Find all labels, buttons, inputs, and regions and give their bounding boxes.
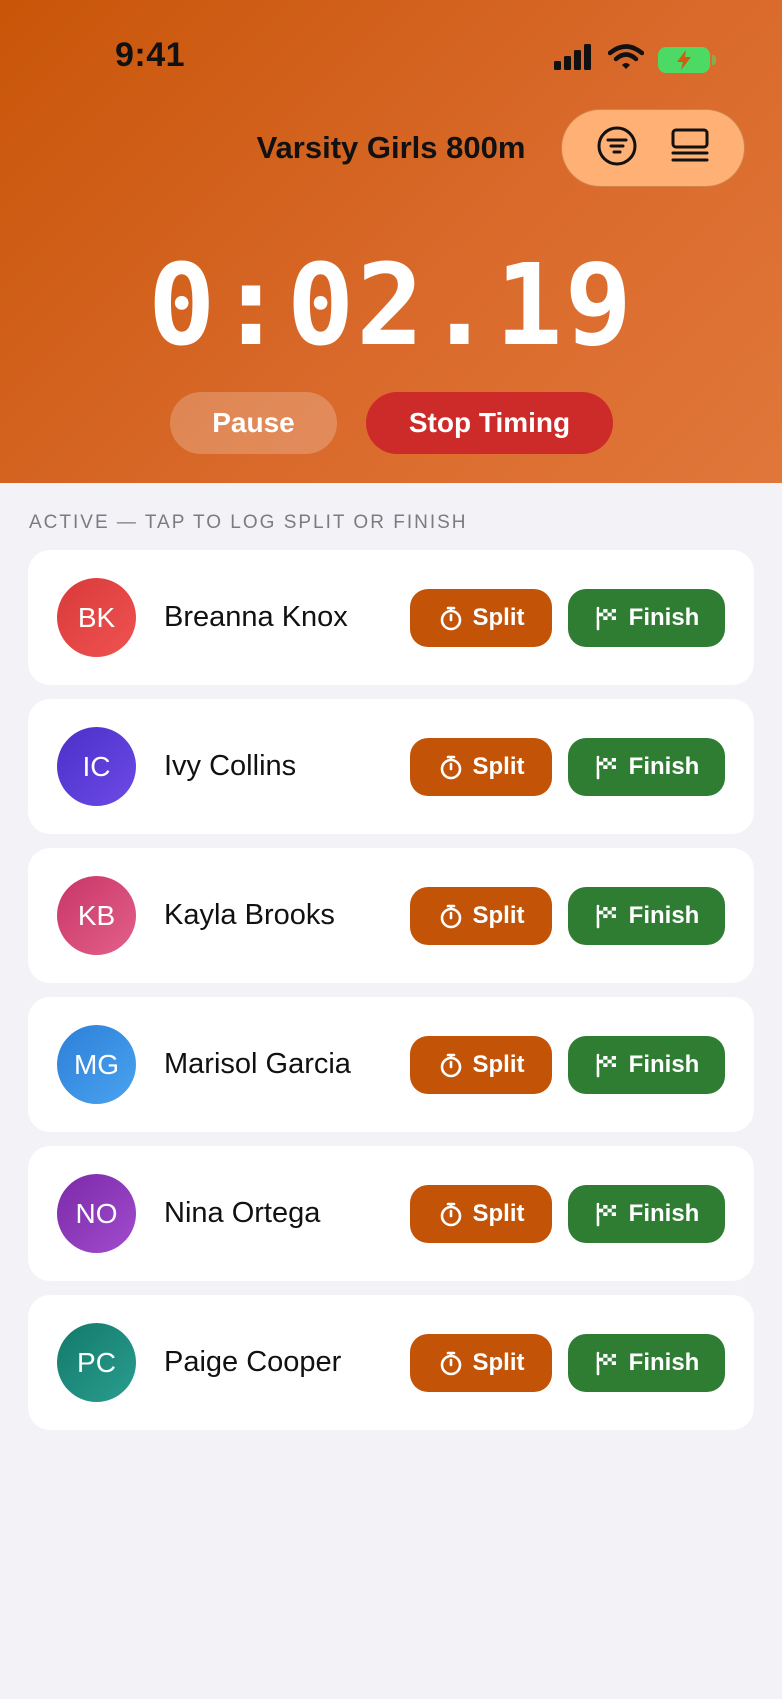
wifi-icon [607, 44, 645, 75]
finish-button[interactable]: Finish [568, 1185, 725, 1243]
nav-actions-pill [561, 109, 745, 187]
list-view-button[interactable] [667, 125, 713, 171]
avatar: PC [57, 1323, 136, 1402]
athlete-name: Paige Cooper [164, 1346, 342, 1378]
split-label: Split [472, 1349, 525, 1376]
split-label: Split [472, 1200, 525, 1227]
athlete-name: Nina Ortega [164, 1197, 321, 1229]
athlete-row: PC Paige Cooper Split Finish [28, 1295, 754, 1430]
finish-label: Finish [628, 753, 700, 780]
race-timer: 0:02.19 [147, 241, 634, 371]
avatar: MG [57, 1025, 136, 1104]
checkered-flag-icon [594, 903, 620, 929]
athlete-name: Ivy Collins [164, 750, 297, 782]
finish-label: Finish [628, 1051, 700, 1078]
split-label: Split [472, 753, 525, 780]
stopwatch-icon [438, 903, 464, 929]
checkered-flag-icon [594, 1201, 620, 1227]
checkered-flag-icon [594, 754, 620, 780]
athlete-row: IC Ivy Collins Split Finish [28, 699, 754, 834]
section-label: ACTIVE — TAP TO LOG SPLIT OR FINISH [29, 512, 468, 533]
stopwatch-icon [438, 605, 464, 631]
split-button[interactable]: Split [410, 589, 552, 647]
athlete-row: NO Nina Ortega Split Finish [28, 1146, 754, 1281]
athlete-name: Kayla Brooks [164, 899, 335, 931]
status-time: 9:41 [115, 36, 186, 74]
battery-charging-icon [658, 46, 716, 73]
cellular-signal-icon [554, 44, 594, 75]
split-button[interactable]: Split [410, 887, 552, 945]
split-label: Split [472, 902, 525, 929]
finish-button[interactable]: Finish [568, 738, 725, 796]
stop-timing-button[interactable]: Stop Timing [366, 392, 613, 454]
stopwatch-icon [438, 754, 464, 780]
finish-label: Finish [628, 1349, 700, 1376]
stopwatch-icon [438, 1201, 464, 1227]
finish-button[interactable]: Finish [568, 1036, 725, 1094]
stopwatch-icon [438, 1350, 464, 1376]
checkered-flag-icon [594, 605, 620, 631]
finish-label: Finish [628, 1200, 700, 1227]
athlete-row: BK Breanna Knox Split Finish [28, 550, 754, 685]
timer-header: 9:41 Varsity Girls 800m 0:02.19 Pause St… [0, 0, 782, 483]
filter-icon [596, 125, 638, 172]
athlete-row: MG Marisol Garcia Split Finish [28, 997, 754, 1132]
split-label: Split [472, 1051, 525, 1078]
athlete-list: BK Breanna Knox Split Finish IC Ivy Coll… [28, 550, 754, 1444]
filter-button[interactable] [594, 125, 640, 171]
split-label: Split [472, 604, 525, 631]
checkered-flag-icon [594, 1350, 620, 1376]
split-button[interactable]: Split [410, 1185, 552, 1243]
status-bar: 9:41 [0, 0, 782, 110]
split-button[interactable]: Split [410, 1036, 552, 1094]
finish-button[interactable]: Finish [568, 589, 725, 647]
timer-controls: Pause Stop Timing [0, 392, 782, 454]
avatar: BK [57, 578, 136, 657]
athlete-name: Marisol Garcia [164, 1048, 351, 1080]
status-icons [554, 44, 716, 75]
stopwatch-icon [438, 1052, 464, 1078]
avatar: NO [57, 1174, 136, 1253]
finish-button[interactable]: Finish [568, 887, 725, 945]
avatar: IC [57, 727, 136, 806]
avatar: KB [57, 876, 136, 955]
finish-label: Finish [628, 902, 700, 929]
pause-button[interactable]: Pause [170, 392, 337, 454]
finish-button[interactable]: Finish [568, 1334, 725, 1392]
athlete-name: Breanna Knox [164, 601, 348, 633]
athlete-row: KB Kayla Brooks Split Finish [28, 848, 754, 983]
list-view-icon [670, 126, 710, 171]
finish-label: Finish [628, 604, 700, 631]
checkered-flag-icon [594, 1052, 620, 1078]
split-button[interactable]: Split [410, 1334, 552, 1392]
split-button[interactable]: Split [410, 738, 552, 796]
